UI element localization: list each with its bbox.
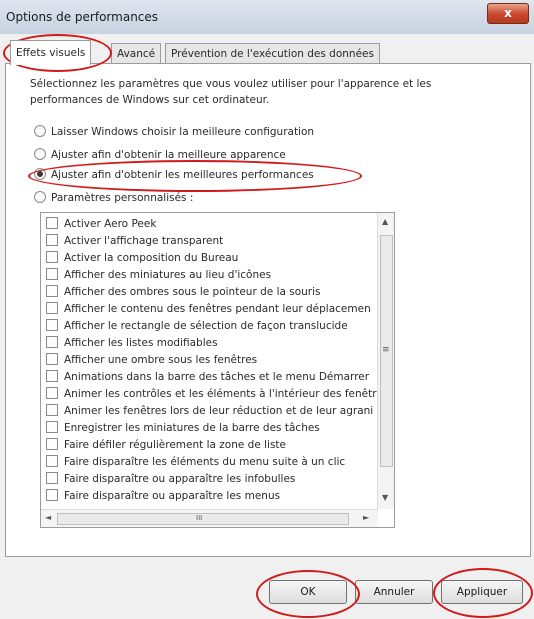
checkbox[interactable]: [46, 404, 58, 416]
checkbox[interactable]: [46, 387, 58, 399]
list-item-label: Faire disparaître les éléments du menu s…: [64, 456, 346, 468]
effects-listbox[interactable]: Activer Aero Peek Activer l'affichage tr…: [40, 212, 395, 528]
close-icon: x: [504, 6, 512, 20]
list-item-label: Afficher des ombres sous le pointeur de …: [64, 286, 321, 298]
list-item-label: Faire disparaître ou apparaître les menu…: [64, 490, 281, 502]
checkbox[interactable]: [46, 421, 58, 433]
button-label: Appliquer: [456, 586, 508, 598]
scroll-up-icon[interactable]: ▲: [382, 217, 388, 226]
checkbox[interactable]: [46, 370, 58, 382]
list-item[interactable]: Activer l'affichage transparent: [46, 233, 223, 250]
window-title: Options de performances: [6, 10, 159, 24]
tab-effets-visuels[interactable]: Effets visuels: [10, 40, 92, 65]
scroll-right-icon[interactable]: ►: [363, 513, 369, 522]
checkbox[interactable]: [46, 302, 58, 314]
list-item[interactable]: Afficher le rectangle de sélection de fa…: [46, 318, 348, 335]
list-item-label: Afficher les listes modifiables: [64, 337, 218, 349]
checkbox[interactable]: [46, 489, 58, 501]
button-label: OK: [300, 586, 316, 598]
list-item[interactable]: Animer les fenêtres lors de leur réducti…: [46, 403, 373, 420]
radio-label: Laisser Windows choisir la meilleure con…: [51, 126, 315, 138]
vertical-scrollbar[interactable]: ▲ ≡ ▼: [377, 213, 394, 509]
checkbox[interactable]: [46, 472, 58, 484]
checkbox[interactable]: [46, 234, 58, 246]
grip-icon: ≡: [382, 345, 390, 355]
radio-button[interactable]: [34, 148, 46, 160]
description-text: Sélectionnez les paramètres que vous vou…: [30, 78, 432, 106]
checkbox[interactable]: [46, 217, 58, 229]
grip-icon: III: [196, 514, 203, 522]
checkbox[interactable]: [46, 285, 58, 297]
checkbox[interactable]: [46, 455, 58, 467]
radio-label: Paramètres personnalisés :: [51, 192, 194, 204]
button-label: Annuler: [373, 586, 415, 598]
scroll-left-icon[interactable]: ◄: [45, 513, 51, 522]
scroll-down-icon[interactable]: ▼: [382, 493, 388, 502]
tab-prevention-execution-donnees[interactable]: Prévention de l'exécution des données: [165, 43, 380, 64]
list-item[interactable]: Faire disparaître les éléments du menu s…: [46, 454, 345, 471]
radio-button[interactable]: [34, 191, 46, 203]
checkbox[interactable]: [46, 353, 58, 365]
checkbox[interactable]: [46, 268, 58, 280]
list-item-label: Faire disparaître ou apparaître les info…: [64, 473, 296, 485]
list-item-label: Afficher une ombre sous les fenêtres: [64, 354, 258, 366]
radio-button[interactable]: [34, 125, 46, 137]
list-item[interactable]: Animations dans la barre des tâches et l…: [46, 369, 369, 386]
cancel-button[interactable]: Annuler: [355, 580, 433, 604]
list-item[interactable]: Faire disparaître ou apparaître les menu…: [46, 488, 280, 505]
checkbox[interactable]: [46, 438, 58, 450]
list-item-label: Faire défiler régulièrement la zone de l…: [64, 439, 287, 451]
list-item[interactable]: Faire disparaître ou apparaître les info…: [46, 471, 295, 488]
ok-button[interactable]: OK: [269, 580, 347, 604]
list-item-label: Animer les contrôles et les éléments à l…: [64, 388, 377, 400]
horizontal-scroll-thumb[interactable]: III: [57, 513, 349, 525]
list-item-label: Activer l'affichage transparent: [64, 235, 224, 247]
tab-label: Avancé: [117, 48, 156, 60]
radio-button-checked[interactable]: [34, 168, 46, 180]
close-button[interactable]: x: [487, 3, 529, 24]
radio-label: Ajuster afin d'obtenir les meilleures pe…: [51, 169, 314, 181]
list-item[interactable]: Afficher le contenu des fenêtres pendant…: [46, 301, 371, 318]
title-bar: Options de performances x: [0, 0, 534, 34]
list-item[interactable]: Afficher des ombres sous le pointeur de …: [46, 284, 321, 301]
radio-best-appearance[interactable]: Ajuster afin d'obtenir la meilleure appa…: [34, 147, 286, 163]
radio-custom-settings[interactable]: Paramètres personnalisés :: [34, 190, 193, 206]
apply-button[interactable]: Appliquer: [441, 580, 523, 604]
list-item[interactable]: Activer Aero Peek: [46, 216, 156, 233]
list-item[interactable]: Afficher des miniatures au lieu d'icônes: [46, 267, 271, 284]
list-item-label: Activer la composition du Bureau: [64, 252, 239, 264]
tab-label: Prévention de l'exécution des données: [171, 48, 374, 60]
list-item[interactable]: Animer les contrôles et les éléments à l…: [46, 386, 377, 403]
checkbox[interactable]: [46, 319, 58, 331]
list-item-label: Animer les fenêtres lors de leur réducti…: [64, 405, 374, 417]
list-item[interactable]: Faire défiler régulièrement la zone de l…: [46, 437, 286, 454]
radio-label: Ajuster afin d'obtenir la meilleure appa…: [51, 149, 286, 161]
list-item-label: Afficher le contenu des fenêtres pendant…: [64, 303, 371, 315]
checkbox[interactable]: [46, 251, 58, 263]
tab-label: Effets visuels: [16, 47, 86, 59]
radio-best-performance[interactable]: Ajuster afin d'obtenir les meilleures pe…: [34, 167, 314, 183]
list-item-label: Activer Aero Peek: [64, 218, 157, 230]
list-item-label: Afficher des miniatures au lieu d'icônes: [64, 269, 272, 281]
list-item[interactable]: Afficher les listes modifiables: [46, 335, 218, 352]
radio-windows-choice[interactable]: Laisser Windows choisir la meilleure con…: [34, 124, 314, 140]
list-item-label: Animations dans la barre des tâches et l…: [64, 371, 370, 383]
list-item[interactable]: Afficher une ombre sous les fenêtres: [46, 352, 257, 369]
list-item[interactable]: Enregistrer les miniatures de la barre d…: [46, 420, 320, 437]
list-item-label: Afficher le rectangle de sélection de fa…: [64, 320, 348, 332]
list-item-label: Enregistrer les miniatures de la barre d…: [64, 422, 320, 434]
checkbox[interactable]: [46, 336, 58, 348]
vertical-scroll-thumb[interactable]: ≡: [380, 235, 393, 467]
horizontal-scrollbar[interactable]: ◄ III ►: [41, 509, 378, 527]
list-item[interactable]: Activer la composition du Bureau: [46, 250, 238, 267]
tab-avance[interactable]: Avancé: [111, 43, 162, 64]
